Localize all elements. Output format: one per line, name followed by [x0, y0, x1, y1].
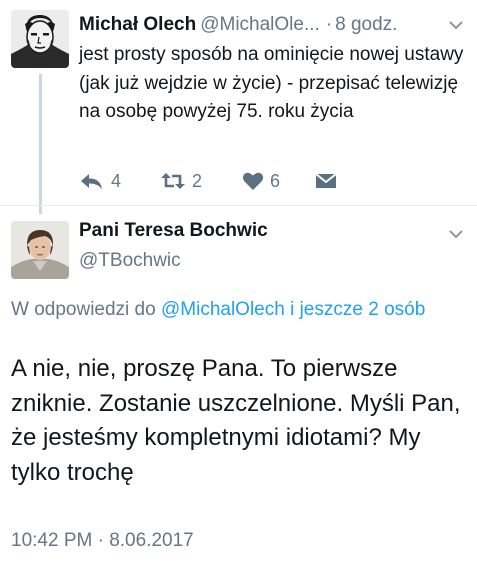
retweet-icon — [161, 173, 185, 189]
tweet-text: jest prosty sposób na ominięcie nowej us… — [79, 44, 464, 122]
author-avatar[interactable] — [11, 10, 69, 68]
envelope-icon — [315, 173, 337, 188]
chevron-down-icon[interactable] — [449, 21, 463, 30]
tweet-divider — [0, 205, 477, 206]
heart-icon — [242, 172, 264, 190]
chevron-down-icon[interactable] — [449, 230, 463, 239]
retweet-button[interactable]: 2 — [160, 168, 202, 194]
reply-author-avatar[interactable] — [11, 221, 69, 279]
tweet-header: Michał Olech @MichalOle... · 8 godz. — [79, 12, 469, 38]
reply-timestamp[interactable]: 10:42 PM · 8.06.2017 — [11, 528, 194, 554]
reply-context: W odpowiedzi do @MichalOlech i jeszcze 2… — [11, 296, 431, 323]
reply-prefix: W odpowiedzi do — [11, 299, 156, 320]
thread-connector-line — [39, 74, 42, 214]
direct-message-button[interactable] — [315, 168, 337, 194]
tweet[interactable]: Michał Olech @MichalOle... · 8 godz. jest p… — [0, 0, 477, 214]
author-name[interactable]: Michał Olech — [79, 14, 196, 35]
reply-recipients-link[interactable]: @MichalOlech i jeszcze 2 osób — [161, 299, 425, 320]
header-separator: · — [325, 14, 333, 35]
tweet-actions: 4 2 6 — [79, 168, 379, 194]
reply-icon — [81, 174, 102, 189]
avatar-portrait-icon — [11, 10, 69, 68]
reply-count: 4 — [111, 171, 122, 191]
reply-text: A nie, nie, proszę Pana. To pierwsze zni… — [11, 355, 461, 486]
retweet-count: 2 — [192, 171, 203, 191]
like-button[interactable]: 6 — [242, 168, 280, 194]
avatar-portrait-icon — [11, 221, 69, 279]
like-count: 6 — [270, 171, 281, 191]
tweet-time[interactable]: 8 godz. — [335, 14, 397, 35]
reply-author-name[interactable]: Pani Teresa Bochwic — [79, 218, 268, 244]
reply-button[interactable]: 4 — [79, 168, 121, 194]
reply-author-handle[interactable]: @TBochwic — [79, 248, 181, 274]
author-handle[interactable]: @MichalOle... — [200, 14, 320, 35]
